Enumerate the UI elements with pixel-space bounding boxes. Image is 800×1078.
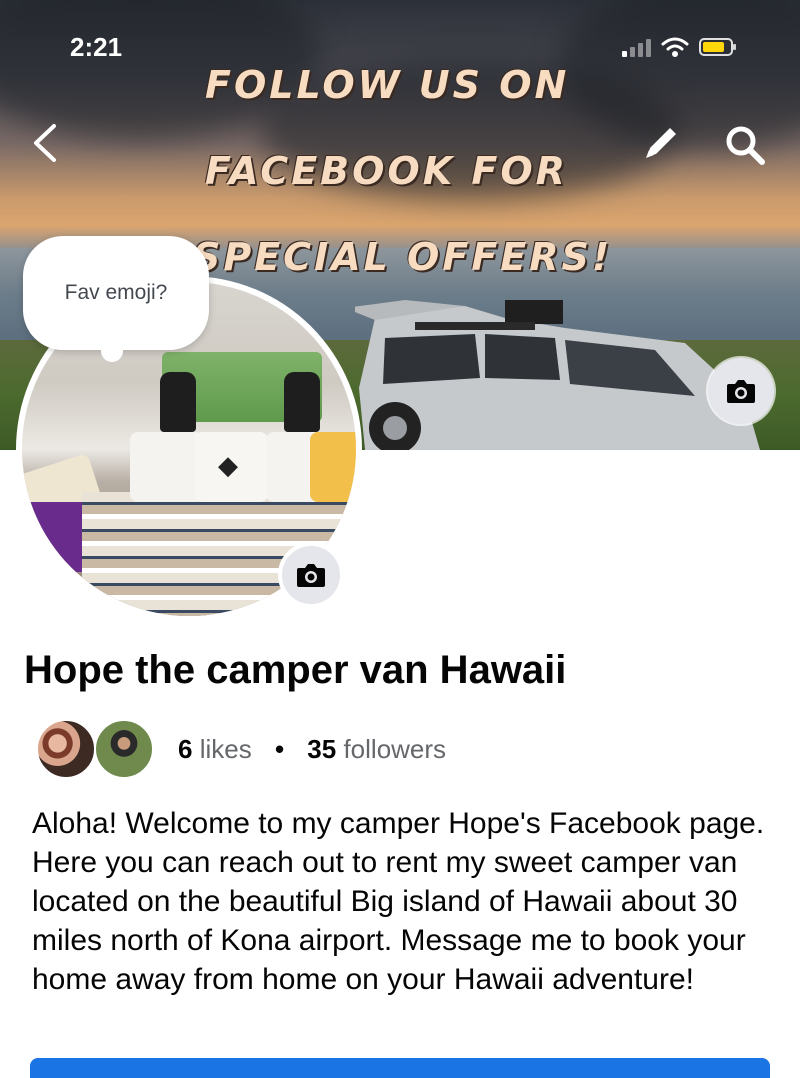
likes-count: 6 xyxy=(178,733,193,764)
likes-label: likes xyxy=(199,733,252,764)
page-intro-text: Aloha! Welcome to my camper Hope's Faceb… xyxy=(32,807,765,996)
note-bubble[interactable]: Fav emoji? xyxy=(23,236,209,362)
camera-icon xyxy=(727,380,755,403)
overlay-line: special offers! xyxy=(193,235,613,279)
cover-overlay-text: Follow us on Facebook for special offers… xyxy=(193,42,645,300)
back-button[interactable] xyxy=(30,122,60,164)
page-stats[interactable]: 6 likes • 35 followers xyxy=(36,716,446,782)
likes-followers-text: 6 likes • 35 followers xyxy=(178,734,446,765)
edit-cover-photo-button[interactable] xyxy=(708,358,774,424)
pencil-icon[interactable] xyxy=(640,122,682,164)
camera-icon xyxy=(297,564,325,587)
overlay-line: Follow us on xyxy=(205,63,570,107)
followers-label: followers xyxy=(343,733,447,764)
page-title: Hope the camper van Hawaii xyxy=(24,648,567,692)
primary-action-button[interactable] xyxy=(30,1058,770,1078)
avatar xyxy=(94,719,154,779)
search-icon[interactable] xyxy=(722,122,768,168)
separator-dot: • xyxy=(274,733,285,764)
status-time: 2:21 xyxy=(70,32,123,62)
follower-avatars xyxy=(36,716,160,782)
overlay-line: Facebook for xyxy=(205,149,568,193)
wifi-icon xyxy=(661,37,689,57)
edit-profile-picture-button[interactable] xyxy=(278,542,344,608)
followers-count: 35 xyxy=(307,733,337,764)
avatar xyxy=(36,719,96,779)
battery-icon xyxy=(699,38,736,56)
